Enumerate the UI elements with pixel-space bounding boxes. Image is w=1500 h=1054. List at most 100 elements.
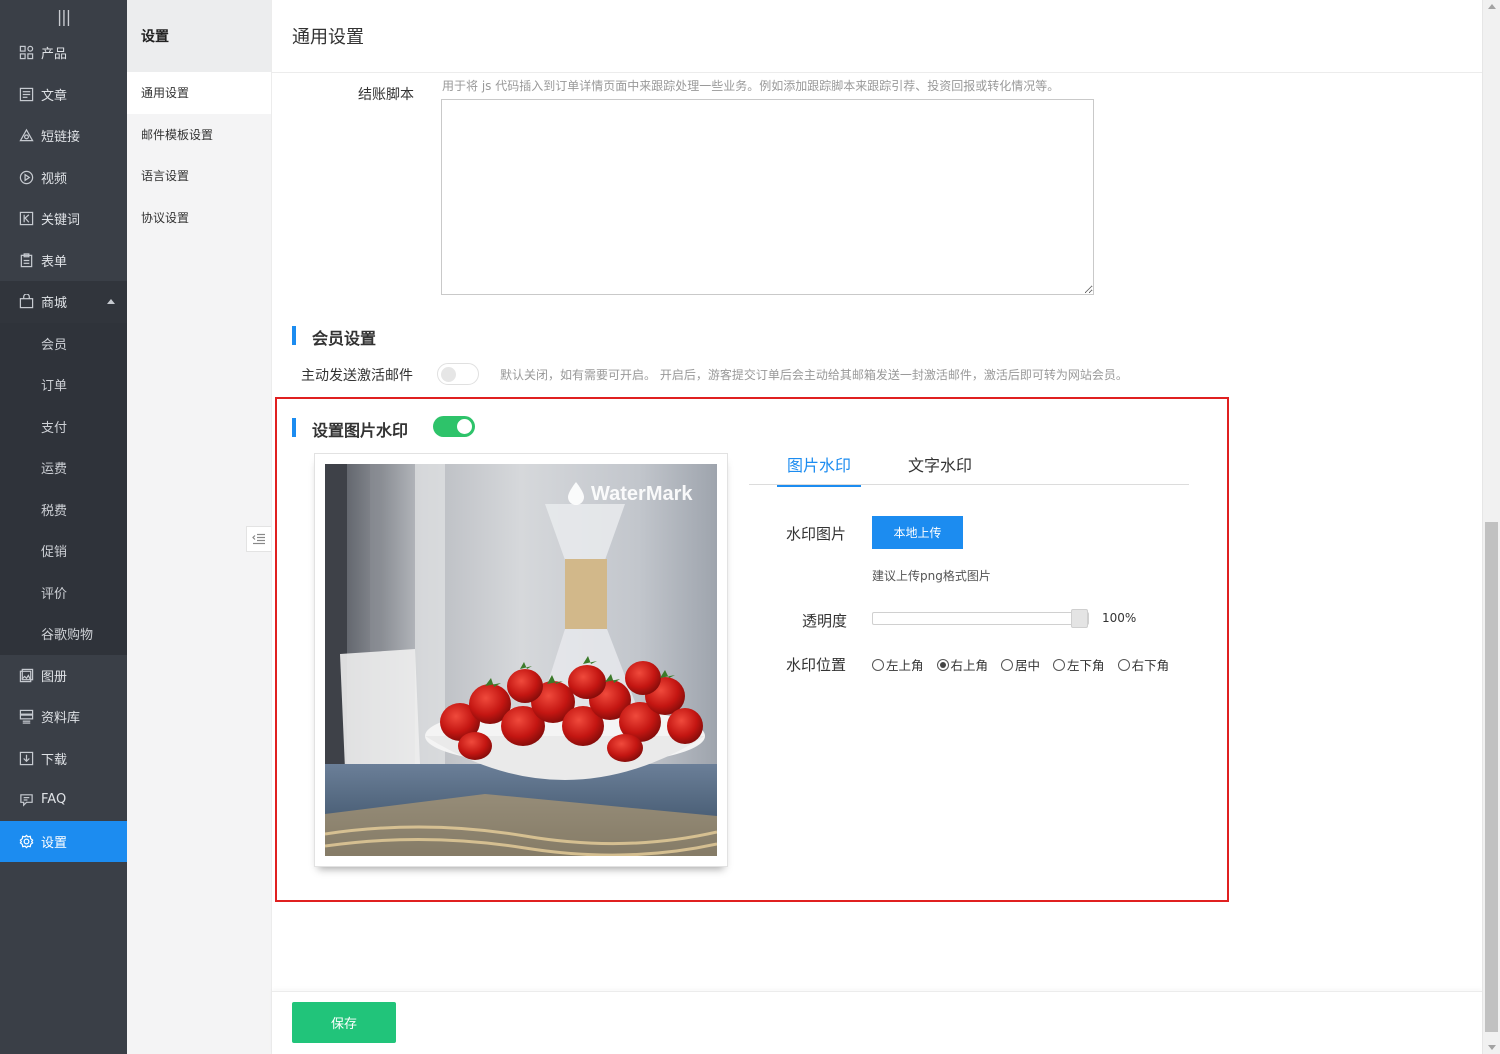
menu-fold-icon[interactable] [246, 526, 271, 552]
sidebar-item-library[interactable]: 资料库 [0, 696, 127, 738]
sidebar-item-label: 资料库 [41, 711, 81, 727]
opacity-slider[interactable] [872, 609, 1089, 628]
position-radio-center[interactable]: 居中 [1001, 655, 1040, 674]
radio-label: 居中 [1015, 658, 1041, 673]
submenu-item-general[interactable]: 通用设置 [127, 72, 271, 114]
sidebar-subitem-shipping[interactable]: 运费 [0, 447, 127, 489]
activate-email-toggle[interactable] [437, 363, 479, 385]
watermark-position-label: 水印位置 [786, 656, 847, 674]
watermark-toggle[interactable] [433, 416, 475, 437]
main-sidebar: ||| 产品 文章 短链接 视频 关键词 表单 商城 会员 订单 支付 运费 税… [0, 0, 127, 1054]
sidebar-subitem-tax[interactable]: 税费 [0, 488, 127, 530]
sidebar-item-articles[interactable]: 文章 [0, 74, 127, 116]
activate-email-label: 主动发送激活邮件 [301, 368, 413, 384]
upload-hint: 建议上传png格式图片 [872, 569, 991, 583]
article-icon [18, 86, 34, 102]
radio-circle [872, 658, 884, 671]
position-radio-top-right[interactable]: 右上角 [936, 655, 989, 674]
radio-circle [1053, 658, 1066, 671]
keyword-icon [18, 211, 34, 227]
sidebar-item-label: 商城 [41, 296, 68, 312]
watermark-preview-text: WaterMark [591, 483, 693, 505]
sidebar-item-downloads[interactable]: 下载 [0, 738, 127, 780]
sidebar-item-label: 产品 [41, 47, 68, 63]
activate-email-hint: 默认关闭，如有需要可开启。 开启后，游客提交订单后会主动给其邮箱发送一封激活邮件… [500, 368, 1128, 382]
opacity-value: 100% [1102, 611, 1137, 625]
sidebar-subitem-members[interactable]: 会员 [0, 322, 127, 364]
download-icon [18, 750, 34, 766]
radio-circle [1001, 658, 1014, 671]
submenu-item-language[interactable]: 语言设置 [127, 155, 271, 197]
sidebar-item-label: FAQ [41, 792, 67, 808]
sidebar-item-label: 表单 [41, 254, 68, 270]
sidebar-item-albums[interactable]: 图册 [0, 655, 127, 697]
sidebar-item-forms[interactable]: 表单 [0, 240, 127, 282]
sidebar-item-label: 关键词 [41, 213, 81, 229]
watermark-image-label: 水印图片 [786, 525, 847, 543]
radio-label: 左下角 [1067, 658, 1105, 673]
local-upload-button[interactable]: 本地上传 [872, 516, 963, 549]
database-icon [18, 709, 34, 725]
sidebar-item-short-links[interactable]: 短链接 [0, 115, 127, 157]
tab-text-watermark[interactable]: 文字水印 [908, 452, 972, 485]
watermark-preview-image: WaterMark [325, 464, 717, 856]
sidebar-item-products[interactable]: 产品 [0, 32, 127, 74]
sidebar-item-keywords[interactable]: 关键词 [0, 198, 127, 240]
sidebar-item-label: 下载 [41, 752, 68, 768]
sidebar-item-shop[interactable]: 商城 [0, 281, 127, 323]
save-button[interactable]: 保存 [292, 1002, 396, 1043]
page-title: 通用设置 [272, 0, 1482, 73]
link-triangle-icon [18, 128, 34, 144]
radio-label: 右上角 [950, 658, 989, 673]
scroll-up-arrow-icon[interactable] [1488, 4, 1496, 9]
page-scrollbar[interactable] [1482, 0, 1500, 1054]
sidebar-item-label: 视频 [41, 171, 68, 187]
sidebar-item-settings[interactable]: 设置 [0, 820, 127, 862]
toggle-knob [457, 419, 472, 434]
caret-up-icon [107, 299, 115, 304]
opacity-label: 透明度 [802, 612, 848, 630]
sidebar-subitem-reviews[interactable]: 评价 [0, 571, 127, 613]
sidebar-item-label: 短链接 [41, 130, 81, 146]
sidebar-subitem-payment[interactable]: 支付 [0, 405, 127, 447]
checkout-script-textarea[interactable] [441, 99, 1094, 295]
gear-icon [18, 833, 34, 849]
watermark-section-title: 设置图片水印 [292, 417, 408, 441]
sidebar-item-label: 设置 [41, 835, 68, 851]
opacity-slider-handle[interactable] [1071, 609, 1088, 628]
sidebar-item-faq[interactable]: FAQ [0, 779, 127, 821]
sidebar-subitem-orders[interactable]: 订单 [0, 364, 127, 406]
page-footer: 保存 [272, 991, 1482, 1054]
radio-circle [1117, 658, 1130, 671]
album-icon [18, 667, 34, 683]
submenu-item-agreements[interactable]: 协议设置 [127, 197, 271, 239]
radio-circle [936, 658, 949, 671]
scrollbar-thumb[interactable] [1485, 522, 1498, 1032]
clipboard-icon [18, 252, 34, 268]
submenu-item-email-templates[interactable]: 邮件模板设置 [127, 114, 271, 156]
sidebar-item-label: 文章 [41, 88, 68, 104]
chat-icon [18, 792, 34, 808]
watermark-tabs: 图片水印 文字水印 [749, 440, 1189, 487]
toggle-knob [441, 367, 456, 382]
sidebar-subitem-promotions[interactable]: 促销 [0, 530, 127, 572]
play-icon [18, 169, 34, 185]
sidebar-item-label: 图册 [41, 669, 68, 685]
submenu-title: 设置 [127, 0, 271, 72]
sidebar-collapse-icon[interactable]: ||| [0, 0, 127, 32]
position-radio-bottom-right[interactable]: 右下角 [1117, 655, 1169, 674]
scroll-down-arrow-icon[interactable] [1488, 1045, 1496, 1050]
watermark-preview-card: WaterMark [314, 453, 728, 867]
sidebar-item-videos[interactable]: 视频 [0, 157, 127, 199]
position-radio-top-left[interactable]: 左上角 [872, 655, 924, 674]
tab-image-watermark[interactable]: 图片水印 [777, 452, 862, 487]
sidebar-subitem-google-shopping[interactable]: 谷歌购物 [0, 613, 127, 655]
bag-icon [18, 294, 34, 310]
member-section-title: 会员设置 [292, 325, 376, 349]
position-radio-bottom-left[interactable]: 左下角 [1053, 655, 1105, 674]
radio-label: 左上角 [886, 658, 924, 673]
grid-icon [18, 45, 34, 61]
checkout-script-hint: 用于将 js 代码插入到订单详情页面中来跟踪处理一些业务。例如添加跟踪脚本来跟踪… [442, 79, 1060, 93]
checkout-script-label: 结账脚本 [358, 87, 414, 103]
main-content: 通用设置 结账脚本 用于将 js 代码插入到订单详情页面中来跟踪处理一些业务。例… [272, 0, 1482, 1054]
